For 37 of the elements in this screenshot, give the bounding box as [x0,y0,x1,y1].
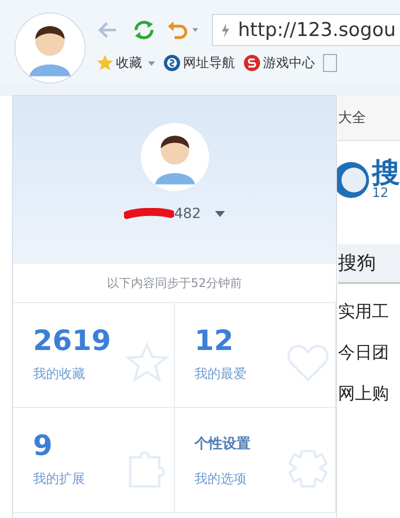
tile-value: 个性设置 [194,435,252,454]
page-icon[interactable] [323,54,337,72]
stat-tile[interactable]: 9 我的扩展 [13,408,174,513]
avatar[interactable] [14,12,86,84]
category-link[interactable]: 今日团 [338,341,400,364]
tab-label[interactable]: 大全 [338,109,366,127]
redaction-mark [124,208,174,220]
star-icon [96,54,114,72]
refresh-icon[interactable] [132,18,156,42]
stat-tile[interactable]: 12 我的最爱 [174,303,336,408]
logo-text: 搜 [372,159,400,187]
account-menu[interactable]: 482 [124,206,225,222]
tile-label: 我的扩展 [33,471,86,488]
category-link[interactable]: 实用工 [338,300,400,323]
lightning-icon [221,22,230,38]
bookmark-item[interactable]: 收藏 [96,54,155,72]
bookmark-item[interactable]: 网址导航 [163,54,235,72]
tile-value: 12 [194,323,234,357]
tile-label: 我的选项 [194,471,248,488]
address-field[interactable]: http://123.sogou [212,14,400,46]
tile-value: 9 [33,428,54,462]
bookmark-item[interactable]: 游戏中心 [243,54,315,72]
watermark-icon [124,341,170,385]
caret-icon [214,211,225,217]
tile-label: 我的最爱 [194,366,248,383]
stat-tile[interactable]: 2619 我的收藏 [13,303,174,408]
avatar [140,122,210,192]
caret-icon [148,60,155,66]
game-logo-icon [243,54,261,72]
sync-note: 以下内容同步于52分钟前 [13,264,336,303]
stat-tile[interactable]: 个性设置 我的选项 [174,408,336,513]
section-heading: 搜狗 [338,244,400,284]
tile-value: 2619 [33,323,112,357]
globe-logo-icon [163,54,181,72]
category-link[interactable]: 网上购 [338,382,400,405]
logo-subtext: 12 [372,187,389,200]
tile-label: 我的收藏 [33,366,86,383]
